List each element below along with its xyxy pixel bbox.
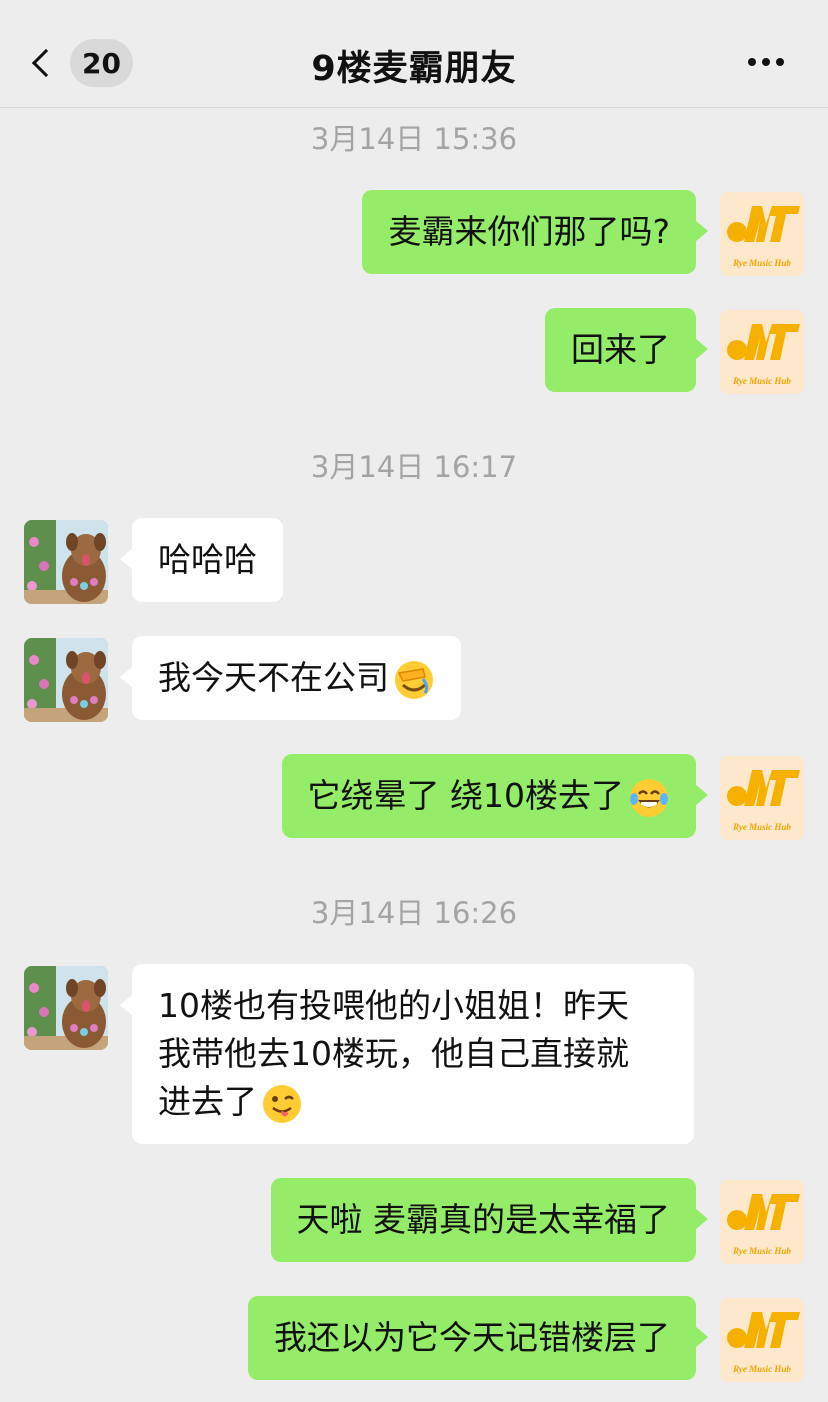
my-avatar[interactable]: Rye Music Hub xyxy=(720,310,804,394)
rye-music-hub-logo-icon: Rye Music Hub xyxy=(720,192,804,276)
timestamp: 3月14日 15:36 xyxy=(310,122,518,156)
message-text-line: 进去了 xyxy=(158,1082,257,1121)
winking-tongue-emoji-icon xyxy=(263,1084,301,1123)
rye-music-hub-logo-icon: Rye Music Hub xyxy=(720,1298,804,1382)
message-bubble-incoming[interactable]: 我今天不在公司 xyxy=(120,636,461,720)
rye-music-hub-logo-icon: Rye Music Hub xyxy=(720,1180,804,1264)
more-dot-icon xyxy=(776,58,784,66)
my-avatar[interactable]: Rye Music Hub xyxy=(720,756,804,840)
more-dot-icon xyxy=(748,58,756,66)
contact-avatar[interactable] xyxy=(24,520,108,604)
rye-music-hub-logo-icon: Rye Music Hub xyxy=(720,756,804,840)
more-dot-icon xyxy=(762,58,770,66)
svg-text:Rye Music Hub: Rye Music Hub xyxy=(732,376,791,386)
my-avatar[interactable]: Rye Music Hub xyxy=(720,192,804,276)
my-avatar[interactable]: Rye Music Hub xyxy=(720,1298,804,1382)
chat-header: 20 9楼麦霸朋友 xyxy=(0,0,828,108)
contact-avatar[interactable] xyxy=(24,638,108,722)
chat-title: 9楼麦霸朋友 xyxy=(311,49,517,89)
message-bubble-outgoing[interactable]: 它绕晕了 绕10楼去了 xyxy=(281,754,709,838)
svg-text:Rye Music Hub: Rye Music Hub xyxy=(732,258,791,268)
svg-text:Rye Music Hub: Rye Music Hub xyxy=(732,822,791,832)
rye-music-hub-logo-icon: Rye Music Hub xyxy=(720,310,804,394)
svg-text:Rye Music Hub: Rye Music Hub xyxy=(732,1246,791,1256)
message-bubble-incoming[interactable]: 哈哈哈 xyxy=(120,518,283,602)
contact-avatar[interactable] xyxy=(24,966,108,1050)
message-text: 它绕晕了 绕10楼去了 xyxy=(307,776,624,815)
more-options-button[interactable] xyxy=(748,52,792,72)
chat-screen: 20 9楼麦霸朋友 3月14日 15:36 麦霸来你们那了吗? Rye Musi… xyxy=(0,0,828,1402)
timestamp: 3月14日 16:17 xyxy=(310,450,518,484)
dog-avatar-icon xyxy=(24,638,108,722)
dog-avatar-icon xyxy=(24,520,108,604)
dog-avatar-icon xyxy=(24,966,108,1050)
message-bubble-outgoing[interactable]: 回来了 xyxy=(545,308,708,392)
face-palm-emoji-icon xyxy=(395,660,433,699)
timestamp: 3月14日 16:26 xyxy=(310,896,518,930)
message-text-line: 10楼也有投喂他的小姐姐！昨天 xyxy=(158,986,629,1025)
my-avatar[interactable]: Rye Music Hub xyxy=(720,1180,804,1264)
message-text: 我今天不在公司 xyxy=(158,658,389,697)
message-bubble-incoming[interactable]: 10楼也有投喂他的小姐姐！昨天 我带他去10楼玩，他自己直接就 进去了 xyxy=(120,964,694,1144)
message-bubble-outgoing[interactable]: 麦霸来你们那了吗? xyxy=(362,190,708,274)
message-bubble-outgoing[interactable]: 我还以为它今天记错楼层了 xyxy=(248,1296,708,1380)
svg-text:Rye Music Hub: Rye Music Hub xyxy=(732,1364,791,1374)
tears-of-joy-emoji-icon xyxy=(630,778,668,817)
message-bubble-outgoing[interactable]: 天啦 麦霸真的是太幸福了 xyxy=(270,1178,708,1262)
message-text-line: 我带他去10楼玩，他自己直接就 xyxy=(158,1034,629,1073)
